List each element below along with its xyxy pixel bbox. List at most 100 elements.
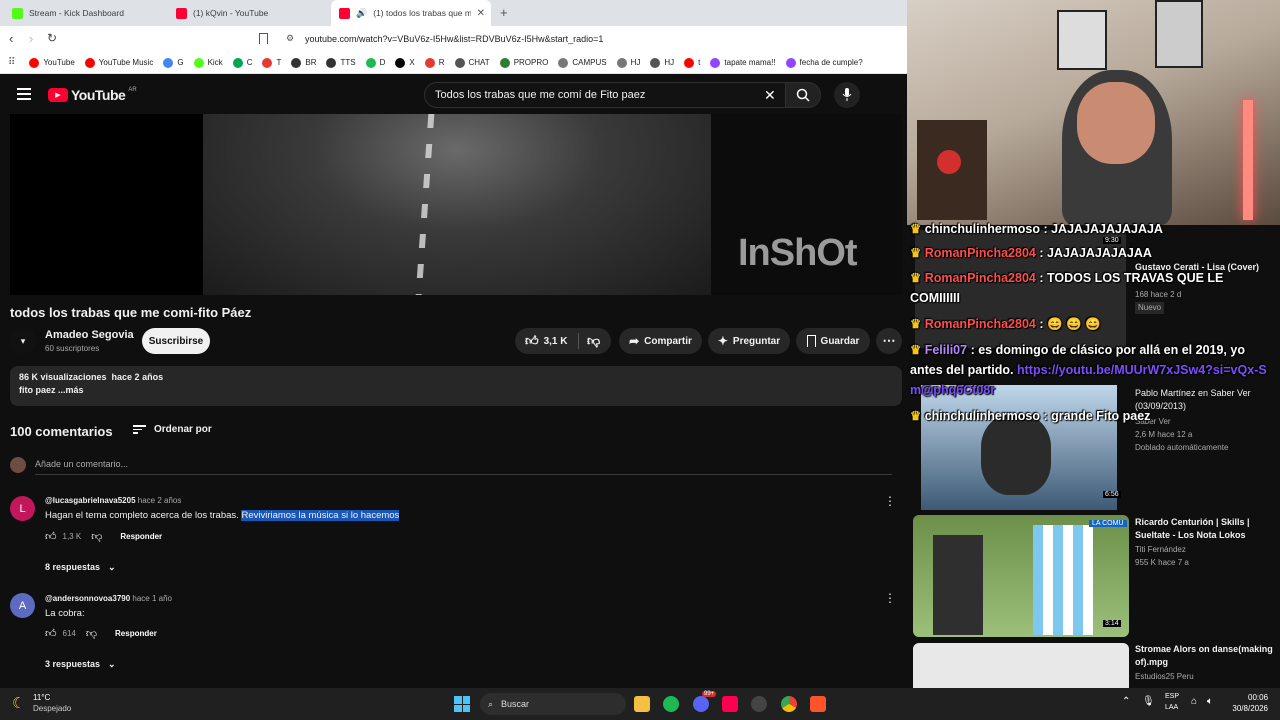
bookmark-label: YouTube bbox=[43, 58, 75, 67]
reply-button[interactable]: Responder bbox=[120, 532, 162, 541]
windows-start-icon[interactable] bbox=[454, 696, 470, 712]
comment-avatar[interactable]: L bbox=[10, 496, 35, 521]
like-icon[interactable]: 👍︎ bbox=[525, 333, 539, 349]
back-icon[interactable]: ‹ bbox=[9, 31, 13, 46]
save-button[interactable]: Guardar bbox=[796, 328, 870, 354]
bookmark-favicon-icon bbox=[326, 57, 337, 68]
sort-comments-button[interactable]: Ordenar por bbox=[133, 423, 212, 436]
comment-avatar[interactable]: A bbox=[10, 593, 35, 618]
rec-thumbnail[interactable]: LA COMU bbox=[913, 515, 1129, 637]
tab-title: (1) kQvin - YouTube bbox=[193, 8, 269, 18]
bookmark-item[interactable]: CHAT bbox=[454, 57, 490, 68]
bookmark-item[interactable]: G bbox=[163, 57, 184, 68]
bookmark-item[interactable]: D bbox=[365, 57, 385, 68]
url-field[interactable]: youtube.com/watch?v=VBuV6z-I5Hw&list=RDV… bbox=[305, 34, 603, 44]
dislike-icon[interactable]: 👎︎ bbox=[587, 333, 600, 349]
bookmark-label: CAMPUS bbox=[572, 58, 607, 67]
add-comment-input[interactable]: Añade un comentario... bbox=[35, 459, 892, 475]
channel-name[interactable]: Amadeo Segovia bbox=[45, 329, 134, 341]
youtube-logo[interactable]: ▶ YouTube AR bbox=[48, 87, 137, 103]
channel-avatar[interactable]: ▾ bbox=[10, 328, 36, 354]
tiktok-icon[interactable] bbox=[722, 696, 738, 712]
tab-kqvin-youtube[interactable]: (1) kQvin - YouTube bbox=[168, 0, 328, 26]
rec-thumbnail[interactable] bbox=[921, 385, 1117, 510]
comment-dislike-icon[interactable]: 👎︎ bbox=[86, 627, 97, 640]
bookmark-item[interactable]: BR bbox=[291, 57, 316, 68]
subscribe-button[interactable]: Suscribirse bbox=[142, 328, 210, 354]
comment-menu-icon[interactable]: ⋮ bbox=[884, 494, 896, 508]
rec-title[interactable]: Stromae Alors on danse(making of).mpg bbox=[1135, 643, 1275, 669]
microphone-icon[interactable]: 🎙︎ bbox=[1142, 696, 1155, 707]
tab-kick-dashboard[interactable]: Stream - Kick Dashboard bbox=[4, 0, 164, 26]
menu-icon[interactable] bbox=[17, 88, 31, 100]
voice-search-button[interactable] bbox=[834, 82, 860, 108]
like-count[interactable]: 3,1 K bbox=[544, 336, 568, 347]
network-icon[interactable]: ⌂ bbox=[1191, 696, 1197, 707]
bookmark-item[interactable]: PROPRO bbox=[499, 57, 548, 68]
search-button[interactable] bbox=[785, 82, 821, 108]
view-replies-button[interactable]: 8 respuestas ⌄ bbox=[45, 562, 116, 573]
search-input[interactable]: Todos los trabas que me comí de Fito pae… bbox=[424, 82, 786, 108]
video-frame bbox=[203, 114, 711, 295]
comment-time[interactable]: hace 2 años bbox=[138, 496, 182, 505]
ask-button[interactable]: ✦ Preguntar bbox=[708, 328, 790, 354]
site-info-icon[interactable]: ⚙ bbox=[286, 33, 294, 44]
video-player[interactable]: InShOt bbox=[10, 114, 902, 295]
reload-icon[interactable]: ↻ bbox=[47, 31, 57, 45]
volume-icon[interactable]: 🔈︎ bbox=[1207, 696, 1213, 707]
steam-icon[interactable] bbox=[751, 696, 767, 712]
language-layout[interactable]: LAA bbox=[1165, 704, 1178, 711]
bookmark-item[interactable]: Kick bbox=[193, 57, 223, 68]
comment-like-icon[interactable]: 👍︎ bbox=[45, 627, 57, 640]
speaker-icon[interactable]: 🔊 bbox=[356, 8, 367, 19]
bookmark-item[interactable]: R bbox=[424, 57, 445, 68]
forward-icon[interactable]: › bbox=[29, 31, 33, 46]
spotify-icon[interactable] bbox=[663, 696, 679, 712]
bookmark-item[interactable]: HJ bbox=[650, 57, 674, 68]
bookmark-icon[interactable] bbox=[259, 33, 268, 44]
file-explorer-icon[interactable] bbox=[634, 696, 650, 712]
bookmark-item[interactable]: YouTube Music bbox=[84, 57, 153, 68]
chrome-icon[interactable] bbox=[781, 696, 797, 712]
comment-username[interactable]: @lucasgabrielnava5205 bbox=[45, 496, 136, 505]
language-code[interactable]: ESP bbox=[1165, 693, 1179, 700]
rec-title[interactable]: Ricardo Centurión | Skills | Sueltate - … bbox=[1135, 516, 1275, 542]
bookmark-item[interactable]: CAMPUS bbox=[558, 57, 607, 68]
bookmark-item[interactable]: fecha de cumple? bbox=[785, 57, 863, 68]
clock-date[interactable]: 30/8/2026 bbox=[1230, 704, 1268, 713]
comment-like-icon[interactable]: 👍︎ bbox=[45, 530, 57, 543]
more-actions-button[interactable]: ⋯ bbox=[876, 328, 902, 354]
description-box[interactable]: 86 K visualizaciones hace 2 años fito pa… bbox=[10, 366, 902, 406]
bookmark-item[interactable]: T bbox=[262, 57, 281, 68]
taskbar-search-label: Buscar bbox=[501, 699, 530, 709]
comment-dislike-icon[interactable]: 👎︎ bbox=[91, 530, 102, 543]
comment-username[interactable]: @andersonnovoa3790 bbox=[45, 594, 130, 603]
clock-time[interactable]: 00:06 bbox=[1248, 693, 1268, 702]
description-text[interactable]: fito paez ...más bbox=[19, 385, 84, 395]
new-tab-button[interactable]: + bbox=[500, 5, 508, 20]
weather-desc[interactable]: Despejado bbox=[33, 704, 71, 713]
discord-icon[interactable] bbox=[693, 696, 709, 712]
close-tab-icon[interactable]: ✕ bbox=[477, 8, 485, 19]
bookmark-item[interactable]: X bbox=[395, 57, 415, 68]
clear-search-icon[interactable]: ✕ bbox=[764, 87, 776, 104]
taskbar-search[interactable]: ⌕ Buscar bbox=[480, 693, 626, 715]
weather-moon-icon[interactable]: ☾ bbox=[12, 694, 25, 712]
rec-thumbnail[interactable] bbox=[913, 643, 1129, 688]
apps-icon[interactable]: ⠿ bbox=[8, 57, 15, 68]
weather-temp[interactable]: 11°C bbox=[33, 693, 50, 702]
share-button[interactable]: ➦ Compartir bbox=[619, 328, 702, 354]
comment-time[interactable]: hace 1 año bbox=[132, 594, 172, 603]
comment-menu-icon[interactable]: ⋮ bbox=[884, 591, 896, 605]
bookmark-item[interactable]: C bbox=[232, 57, 252, 68]
reply-button[interactable]: Responder bbox=[115, 629, 157, 638]
chevron-up-icon[interactable]: ⌃ bbox=[1122, 696, 1130, 707]
brave-icon[interactable] bbox=[810, 696, 826, 712]
bookmark-item[interactable]: t bbox=[684, 57, 700, 68]
bookmark-item[interactable]: HJ bbox=[616, 57, 640, 68]
bookmark-item[interactable]: tapate mama!! bbox=[710, 57, 776, 68]
tab-current-video[interactable]: 🔊 (1) todos los trabas que me c ✕ bbox=[331, 0, 491, 26]
bookmark-item[interactable]: YouTube bbox=[29, 57, 75, 68]
bookmark-item[interactable]: TTS bbox=[326, 57, 356, 68]
view-replies-button[interactable]: 3 respuestas ⌄ bbox=[45, 659, 116, 670]
